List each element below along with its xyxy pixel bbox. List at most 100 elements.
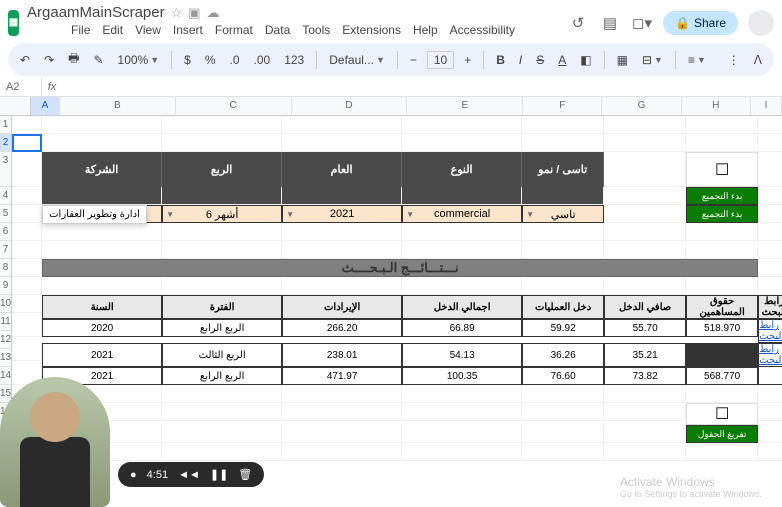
row-header[interactable]: 12 (0, 331, 11, 349)
col-header[interactable]: A (31, 97, 60, 115)
search-link[interactable]: رابط البحث (758, 343, 782, 367)
table-cell[interactable]: الربع الثالث (162, 343, 282, 367)
pause-icon[interactable]: ❚❚ (210, 468, 228, 481)
row-header[interactable]: 6 (0, 223, 11, 241)
dec-decrease[interactable]: .0 (226, 51, 244, 69)
menu-format[interactable]: Format (215, 23, 253, 37)
active-cell[interactable] (12, 134, 42, 152)
history-icon[interactable]: ↺ (567, 12, 589, 34)
table-cell[interactable]: 238.01 (282, 343, 402, 367)
prev-icon[interactable]: ◄◄ (178, 469, 200, 481)
table-cell[interactable]: 100.35 (402, 367, 522, 385)
menu-help[interactable]: Help (413, 23, 438, 37)
col-header[interactable]: D (292, 97, 408, 115)
table-cell[interactable]: 2020 (42, 319, 162, 337)
table-cell[interactable]: 55.70 (604, 319, 686, 337)
type-select[interactable]: ▼commercial (402, 205, 522, 223)
currency-button[interactable]: $ (180, 51, 195, 69)
share-button[interactable]: 🔒 Share (663, 11, 738, 35)
dec-increase[interactable]: .00 (250, 51, 275, 69)
col-header[interactable]: E (407, 97, 523, 115)
table-cell[interactable]: 518.970 (686, 319, 758, 337)
star-icon[interactable]: ☆ (171, 5, 183, 21)
text-color[interactable]: A (554, 51, 570, 69)
formula-bar[interactable] (62, 78, 782, 96)
table-cell[interactable]: 266.20 (282, 319, 402, 337)
col-header[interactable]: G (602, 97, 681, 115)
row-header[interactable]: 7 (0, 241, 11, 259)
table-cell[interactable]: 2021 (42, 343, 162, 367)
zoom-select[interactable]: 100%▼ (114, 51, 164, 69)
menu-accessibility[interactable]: Accessibility (450, 23, 515, 37)
delete-icon[interactable]: 🗑 (238, 468, 252, 481)
more-icon[interactable]: ⋮ (724, 51, 744, 69)
doc-title[interactable]: ArgaamMainScraper (27, 4, 165, 21)
table-cell[interactable]: 54.13 (402, 343, 522, 367)
checkbox-2[interactable]: ☐ (686, 403, 758, 425)
account-avatar[interactable] (748, 10, 774, 36)
clear-button[interactable]: تفريغ الحقول (686, 425, 758, 443)
comment-icon[interactable]: ▤ (599, 12, 621, 34)
table-cell[interactable]: 35.21 (604, 343, 686, 367)
row-header[interactable]: 8 (0, 259, 11, 277)
redo-icon[interactable]: ↷ (40, 51, 58, 69)
row-header[interactable]: 5 (0, 205, 11, 223)
start-button[interactable]: بدء التجميع (686, 205, 758, 223)
collapse-icon[interactable]: ᐱ (750, 51, 766, 69)
table-cell[interactable]: 568.770 (686, 367, 758, 385)
size-minus[interactable]: − (406, 51, 421, 69)
checkbox-1[interactable]: ☐ (686, 152, 758, 187)
meet-icon[interactable]: ◻▾ (631, 12, 653, 34)
quarter-select[interactable]: ▼6 أشهر (162, 205, 282, 223)
col-header[interactable]: C (176, 97, 292, 115)
search-link[interactable]: رابط البحث (758, 319, 782, 343)
table-cell[interactable]: 36.26 (522, 343, 604, 367)
row-header[interactable]: 2 (0, 134, 11, 152)
bold-button[interactable]: B (492, 51, 509, 69)
menu-extensions[interactable]: Extensions (342, 23, 401, 37)
name-box[interactable]: A2 (0, 78, 42, 96)
borders-button[interactable]: ▦ (613, 51, 632, 69)
select-all-corner[interactable] (0, 97, 31, 115)
menu-view[interactable]: View (135, 23, 161, 37)
menu-tools[interactable]: Tools (302, 23, 330, 37)
paint-icon[interactable]: ✎ (89, 51, 107, 69)
merge-button[interactable]: ⊟▼ (638, 51, 667, 69)
cloud-icon[interactable]: ☁ (207, 5, 220, 21)
format-123[interactable]: 123 (280, 51, 308, 69)
table-cell[interactable]: 66.89 (402, 319, 522, 337)
table-cell[interactable]: 73.82 (604, 367, 686, 385)
table-cell[interactable]: 471.97 (282, 367, 402, 385)
font-size[interactable]: 10 (427, 51, 454, 69)
table-cell[interactable]: 76.60 (522, 367, 604, 385)
row-header[interactable]: 3 (0, 152, 11, 187)
undo-icon[interactable]: ↶ (16, 51, 34, 69)
row-header[interactable]: 11 (0, 313, 11, 331)
menu-insert[interactable]: Insert (173, 23, 203, 37)
menu-file[interactable]: File (71, 23, 90, 37)
basic-select[interactable]: ▼تاسي (522, 205, 604, 223)
search-link[interactable] (758, 367, 782, 385)
align-button[interactable]: ≡▼ (684, 51, 710, 69)
table-cell-empty[interactable] (686, 343, 758, 367)
company-dropdown-item[interactable]: ادارة وتطوير العقارات (42, 205, 147, 224)
menu-data[interactable]: Data (265, 23, 290, 37)
record-icon[interactable]: ● (130, 469, 137, 481)
col-header[interactable]: I (751, 97, 782, 115)
year-select[interactable]: ▼2021 (282, 205, 402, 223)
strike-button[interactable]: S (532, 51, 548, 69)
col-header[interactable]: F (523, 97, 602, 115)
col-header[interactable]: H (682, 97, 752, 115)
print-icon[interactable]: 🖶 (64, 47, 83, 72)
italic-button[interactable]: I (515, 51, 526, 69)
table-cell[interactable]: 59.92 (522, 319, 604, 337)
font-select[interactable]: Defaul...▼ (325, 51, 389, 69)
percent-button[interactable]: % (201, 51, 220, 69)
col-header[interactable]: B (60, 97, 176, 115)
row-header[interactable]: 13 (0, 349, 11, 367)
move-icon[interactable]: ▣ (188, 5, 200, 21)
start-button[interactable]: بدء التجميع (686, 187, 758, 205)
size-plus[interactable]: + (460, 51, 475, 69)
table-cell[interactable]: الربع الرابع (162, 319, 282, 337)
menu-edit[interactable]: Edit (102, 23, 123, 37)
